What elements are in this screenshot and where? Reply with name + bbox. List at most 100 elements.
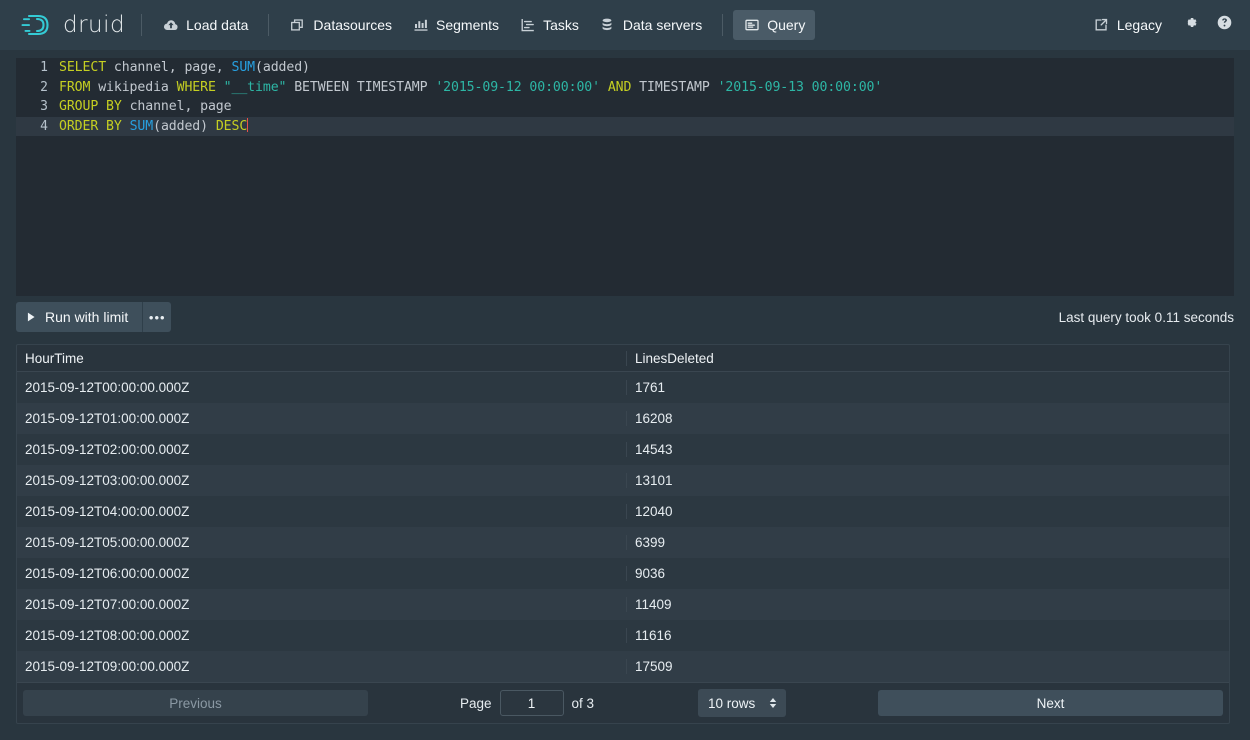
code-token: '2015-09-12 00:00:00' (435, 79, 600, 95)
play-triangle-icon (27, 309, 36, 325)
table-cell[interactable]: 13101 (626, 473, 1229, 489)
sql-editor[interactable]: 1 SELECT channel, page, SUM(added) 2 FROM w… (16, 58, 1234, 296)
legacy-label: Legacy (1116, 17, 1162, 33)
previous-page-button[interactable]: Previous (23, 690, 368, 717)
code-token: TIMESTAMP (631, 79, 718, 95)
table-cell[interactable]: 16208 (626, 411, 1229, 427)
table-body: 2015-09-12T00:00:00.000Z 1761 2015-09-12T0… (17, 372, 1229, 683)
code-token: BY (106, 119, 122, 135)
nav-item-tasks[interactable]: Tasks (509, 10, 589, 40)
line-number: 2 (40, 79, 48, 95)
nav-item-load-data[interactable]: Load data (152, 10, 258, 40)
nav-item-label: Load data (186, 17, 249, 33)
code-token: AND (607, 79, 632, 95)
nav-item-segments[interactable]: Segments (402, 10, 509, 40)
table-cell[interactable]: 2015-09-12T07:00:00.000Z (17, 597, 626, 612)
table-cell[interactable]: 9036 (626, 566, 1229, 582)
line-number: 4 (40, 118, 48, 134)
table-row[interactable]: 2015-09-12T01:00:00.000Z 16208 (17, 403, 1229, 435)
table-cell[interactable]: 2015-09-12T05:00:00.000Z (17, 535, 626, 550)
query-toolbar: Run with limit ••• Last query took 0.11 … (16, 302, 1234, 332)
code-token: SUM (231, 60, 256, 76)
table-cell[interactable]: 2015-09-12T03:00:00.000Z (17, 473, 626, 488)
table-row[interactable]: 2015-09-12T06:00:00.000Z 9036 (17, 558, 1229, 590)
table-cell[interactable]: 12040 (626, 504, 1229, 520)
line-number: 3 (40, 99, 48, 115)
table-row[interactable]: 2015-09-12T03:00:00.000Z 13101 (17, 465, 1229, 497)
table-cell[interactable]: 11409 (626, 597, 1229, 613)
nav-item-data-servers[interactable]: Data servers (589, 10, 712, 40)
nav-item-label: Data servers (622, 17, 703, 33)
next-page-button[interactable]: Next (878, 690, 1223, 717)
table-row[interactable]: 2015-09-12T05:00:00.000Z 6399 (17, 527, 1229, 559)
code-token: SELECT (59, 60, 107, 76)
code-token: BETWEEN TIMESTAMP (286, 79, 436, 95)
table-cell[interactable]: 2015-09-12T08:00:00.000Z (17, 628, 626, 643)
settings-button[interactable] (1174, 10, 1206, 40)
code-token: wikipedia (90, 79, 177, 95)
nav-item-query[interactable]: Query (733, 10, 816, 40)
code-token: SUM (129, 119, 154, 135)
code-line[interactable]: 2 FROM wikipedia WHERE "__time" BETWEEN T… (16, 78, 1234, 98)
table-row[interactable]: 2015-09-12T02:00:00.000Z 14543 (17, 434, 1229, 466)
code-line[interactable]: 3 GROUP BY channel, page (16, 97, 1234, 117)
table-cell[interactable]: 2015-09-12T06:00:00.000Z (17, 566, 626, 581)
table-cell[interactable]: 17509 (626, 659, 1229, 675)
text-cursor (247, 118, 249, 133)
run-button-label: Run with limit (45, 309, 129, 325)
table-cell[interactable]: 1761 (626, 380, 1229, 396)
code-token: channel, page, (106, 60, 232, 76)
table-row[interactable]: 2015-09-12T04:00:00.000Z 12040 (17, 496, 1229, 528)
run-options-button[interactable]: ••• (142, 302, 172, 332)
page-label: Page (459, 695, 492, 711)
code-token: GROUP (59, 99, 99, 115)
nav-item-label: Datasources (313, 17, 393, 33)
table-cell[interactable]: 2015-09-12T02:00:00.000Z (17, 442, 626, 457)
table-cell[interactable]: 2015-09-12T04:00:00.000Z (17, 504, 626, 519)
table-row[interactable]: 2015-09-12T08:00:00.000Z 11616 (17, 620, 1229, 652)
code-token: WHERE (176, 79, 216, 95)
table-cell[interactable]: 14543 (626, 442, 1229, 458)
help-circle-icon (1216, 14, 1233, 36)
page-indicator-group: Page of 3 5 rows10 rows20 rows25 rows50 … (368, 689, 878, 718)
code-lines-container[interactable]: 1 SELECT channel, page, SUM(added) 2 FROM w… (16, 58, 1234, 136)
gear-icon (1182, 14, 1199, 36)
code-token: (added) (255, 60, 310, 76)
code-line[interactable]: 1 SELECT channel, page, SUM(added) (16, 58, 1234, 78)
nav-item-datasources[interactable]: Datasources (279, 10, 402, 40)
multi-layers-icon (289, 17, 306, 34)
code-line[interactable]: 4 ORDER BY SUM(added) DESC (16, 116, 1234, 136)
column-header-linesdeleted[interactable]: LinesDeleted (626, 350, 1229, 366)
table-row[interactable]: 2015-09-12T00:00:00.000Z 1761 (17, 372, 1229, 404)
page-size-select[interactable]: 5 rows10 rows20 rows25 rows50 rows100 ro… (698, 689, 787, 718)
code-line-text: SELECT channel, page, SUM(added) (59, 60, 310, 75)
druid-logo-icon (20, 10, 54, 40)
column-header-hourtime[interactable]: HourTime (17, 351, 626, 366)
table-cell[interactable]: 2015-09-12T09:00:00.000Z (17, 659, 626, 674)
table-row[interactable]: 2015-09-12T09:00:00.000Z 17509 (17, 651, 1229, 683)
table-row[interactable]: 2015-09-12T07:00:00.000Z 11409 (17, 589, 1229, 621)
table-cell[interactable]: 2015-09-12T01:00:00.000Z (17, 411, 626, 426)
code-token: '2015-09-13 00:00:00' (717, 79, 883, 95)
table-cell[interactable]: 11616 (626, 628, 1229, 644)
table-cell[interactable]: 6399 (626, 535, 1229, 551)
run-with-limit-button[interactable]: Run with limit (16, 302, 143, 332)
help-button[interactable] (1208, 10, 1240, 40)
legacy-button[interactable]: Legacy (1083, 10, 1172, 40)
code-line-text: ORDER BY SUM(added) DESC (59, 118, 249, 135)
page-size-selector[interactable]: 5 rows10 rows20 rows25 rows50 rows100 ro… (698, 689, 787, 718)
bar-chart-icon (412, 17, 429, 34)
ellipsis-icon: ••• (148, 309, 166, 325)
gantt-chart-icon (519, 17, 536, 34)
code-token: BY (106, 99, 122, 115)
table-cell[interactable]: 2015-09-12T00:00:00.000Z (17, 380, 626, 395)
top-navbar: druid Load data Datasources Segments Tas… (0, 0, 1250, 50)
page-number-input[interactable] (499, 690, 564, 717)
table-header-row: HourTime LinesDeleted (17, 345, 1229, 373)
brand-logo[interactable]: druid (12, 10, 131, 40)
